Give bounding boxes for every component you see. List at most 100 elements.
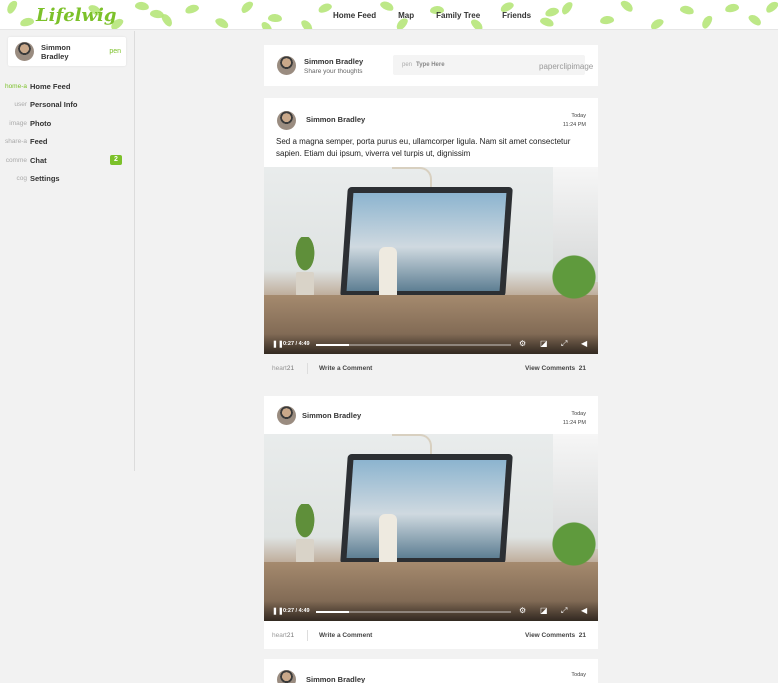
volume-icon[interactable]: ◀: [581, 339, 587, 348]
pen-icon[interactable]: pen: [109, 48, 121, 55]
profile-name: Simmon Bradley: [41, 43, 71, 61]
video-controls: ❚❚ 0:27 / 4:49 ⚙ ◪ ⤢ ◀: [264, 601, 598, 621]
post-timestamp: Today 11:24 PM: [563, 410, 586, 428]
pause-icon[interactable]: ❚❚: [272, 607, 284, 615]
video-time: 0:27 / 4:49: [283, 341, 310, 347]
video-progress-bar[interactable]: [316, 611, 511, 613]
video-time: 0:27 / 4:49: [283, 608, 310, 614]
video-progress-bar[interactable]: [316, 344, 511, 346]
post-footer: heart21 Write a Comment View Comments 21: [264, 355, 598, 383]
video-player[interactable]: ❚❚ 0:27 / 4:49 ⚙ ◪ ⤢ ◀: [264, 167, 598, 354]
leaf-decoration: [5, 0, 19, 16]
view-comments-button[interactable]: View Comments 21: [525, 365, 586, 372]
attach-image-icons[interactable]: paperclipimage: [539, 62, 593, 71]
settings-gear-icon[interactable]: ⚙: [519, 606, 526, 615]
sidebar-item-personal-info[interactable]: user Personal Info: [0, 96, 135, 115]
video-scene-plant: [292, 504, 318, 544]
share-icon: share-a: [4, 138, 27, 146]
sidebar-item-label: Settings: [30, 174, 60, 184]
sidebar-item-settings[interactable]: cog Settings: [0, 170, 135, 189]
sidebar-item-chat[interactable]: comme Chat 2: [0, 151, 135, 170]
leaf-decoration: [619, 0, 635, 14]
like-button[interactable]: heart21: [272, 365, 294, 372]
leaf-decoration: [239, 0, 255, 15]
post-date-day: Today: [571, 411, 586, 417]
chat-count-badge: 2: [110, 155, 122, 166]
post-date-day: Today: [571, 113, 586, 119]
video-progress-fill: [316, 344, 350, 346]
video-scene-plant: [538, 514, 598, 574]
like-count: 21: [286, 365, 295, 372]
comment-count: 21: [578, 632, 586, 639]
post-timestamp: Today 11:24 PM: [563, 112, 586, 130]
sidebar: Simmon Bradley pen home-a Home Feed user…: [0, 31, 135, 471]
sidebar-menu: home-a Home Feed user Personal Info imag…: [0, 77, 135, 188]
leaf-decoration: [149, 8, 165, 20]
write-comment-button[interactable]: Write a Comment: [319, 365, 372, 372]
divider: [307, 630, 308, 641]
feed-post: Simmon Bradley Today: [264, 659, 598, 683]
sidebar-item-label: Personal Info: [30, 100, 78, 110]
settings-gear-icon[interactable]: ⚙: [519, 339, 526, 348]
user-icon: user: [14, 101, 27, 109]
like-button[interactable]: heart21: [272, 632, 294, 639]
nav-home-feed[interactable]: Home Feed: [333, 11, 376, 20]
composer-input[interactable]: pen Type Here paperclipimage: [393, 55, 593, 75]
feed-post: Simmon Bradley Today 11:24 PM Sed a magn…: [264, 98, 598, 374]
sidebar-item-label: Feed: [30, 137, 48, 147]
view-comments-label: View Comments: [525, 632, 576, 639]
sidebar-item-label: Photo: [30, 118, 52, 128]
profile-card[interactable]: Simmon Bradley pen: [8, 37, 126, 66]
video-progress-fill: [316, 611, 350, 613]
avatar: [277, 670, 296, 683]
leaf-decoration: [648, 16, 666, 29]
post-author[interactable]: Simmon Bradley: [306, 675, 365, 683]
nav-friends[interactable]: Friends: [502, 11, 531, 20]
leaf-decoration: [267, 13, 283, 23]
sidebar-item-label: Chat: [30, 155, 47, 165]
leaf-decoration: [19, 16, 35, 28]
sidebar-item-home-feed[interactable]: home-a Home Feed: [0, 77, 135, 96]
post-footer: heart21 Write a Comment View Comments 21: [264, 622, 598, 650]
comment-icon: comme: [5, 156, 27, 164]
post-date-time: 11:24 PM: [562, 122, 586, 128]
leaf-decoration: [539, 15, 555, 29]
leaf-decoration: [559, 0, 575, 17]
pause-icon[interactable]: ❚❚: [272, 340, 284, 348]
logo[interactable]: Lifelwig: [36, 5, 116, 26]
leaf-decoration: [316, 1, 334, 15]
fullscreen-icon[interactable]: ⤢: [561, 339, 567, 349]
video-scene-screen: [346, 193, 507, 291]
avatar: [15, 42, 34, 61]
post-author[interactable]: Simmon Bradley: [306, 115, 365, 124]
volume-icon[interactable]: ◀: [581, 606, 587, 615]
leaf-decoration: [746, 12, 764, 28]
picture-in-picture-icon[interactable]: ◪: [540, 606, 548, 615]
composer-placeholder: Type Here: [416, 62, 445, 68]
leaf-decoration: [699, 13, 715, 29]
sidebar-item-label: Home Feed: [30, 81, 71, 91]
post-date-day: Today: [571, 672, 586, 678]
nav-map[interactable]: Map: [398, 11, 414, 20]
like-count: 21: [286, 632, 295, 639]
leaf-decoration: [299, 18, 315, 29]
view-comments-button[interactable]: View Comments 21: [525, 632, 586, 639]
video-scene-screen: [346, 460, 507, 558]
write-comment-button[interactable]: Write a Comment: [319, 632, 372, 639]
video-player[interactable]: ❚❚ 0:27 / 4:49 ⚙ ◪ ⤢ ◀: [264, 434, 598, 621]
sidebar-item-photo[interactable]: image Photo: [0, 114, 135, 133]
leaf-decoration: [213, 16, 231, 29]
nav-family-tree[interactable]: Family Tree: [436, 11, 480, 20]
video-scene-bottle: [379, 514, 397, 569]
pen-icon: pen: [402, 62, 413, 68]
home-icon: home-a: [4, 82, 27, 90]
fullscreen-icon[interactable]: ⤢: [561, 606, 567, 616]
leaf-decoration: [184, 3, 200, 15]
sidebar-item-feed[interactable]: share-a Feed: [0, 133, 135, 152]
post-author[interactable]: Simmon Bradley: [302, 411, 361, 420]
leaf-decoration: [764, 0, 778, 15]
composer-author: Simmon Bradley: [304, 57, 364, 66]
top-nav: Home Feed Map Family Tree Friends: [333, 11, 531, 20]
video-scene-laptop: [340, 187, 513, 297]
picture-in-picture-icon[interactable]: ◪: [540, 339, 548, 348]
